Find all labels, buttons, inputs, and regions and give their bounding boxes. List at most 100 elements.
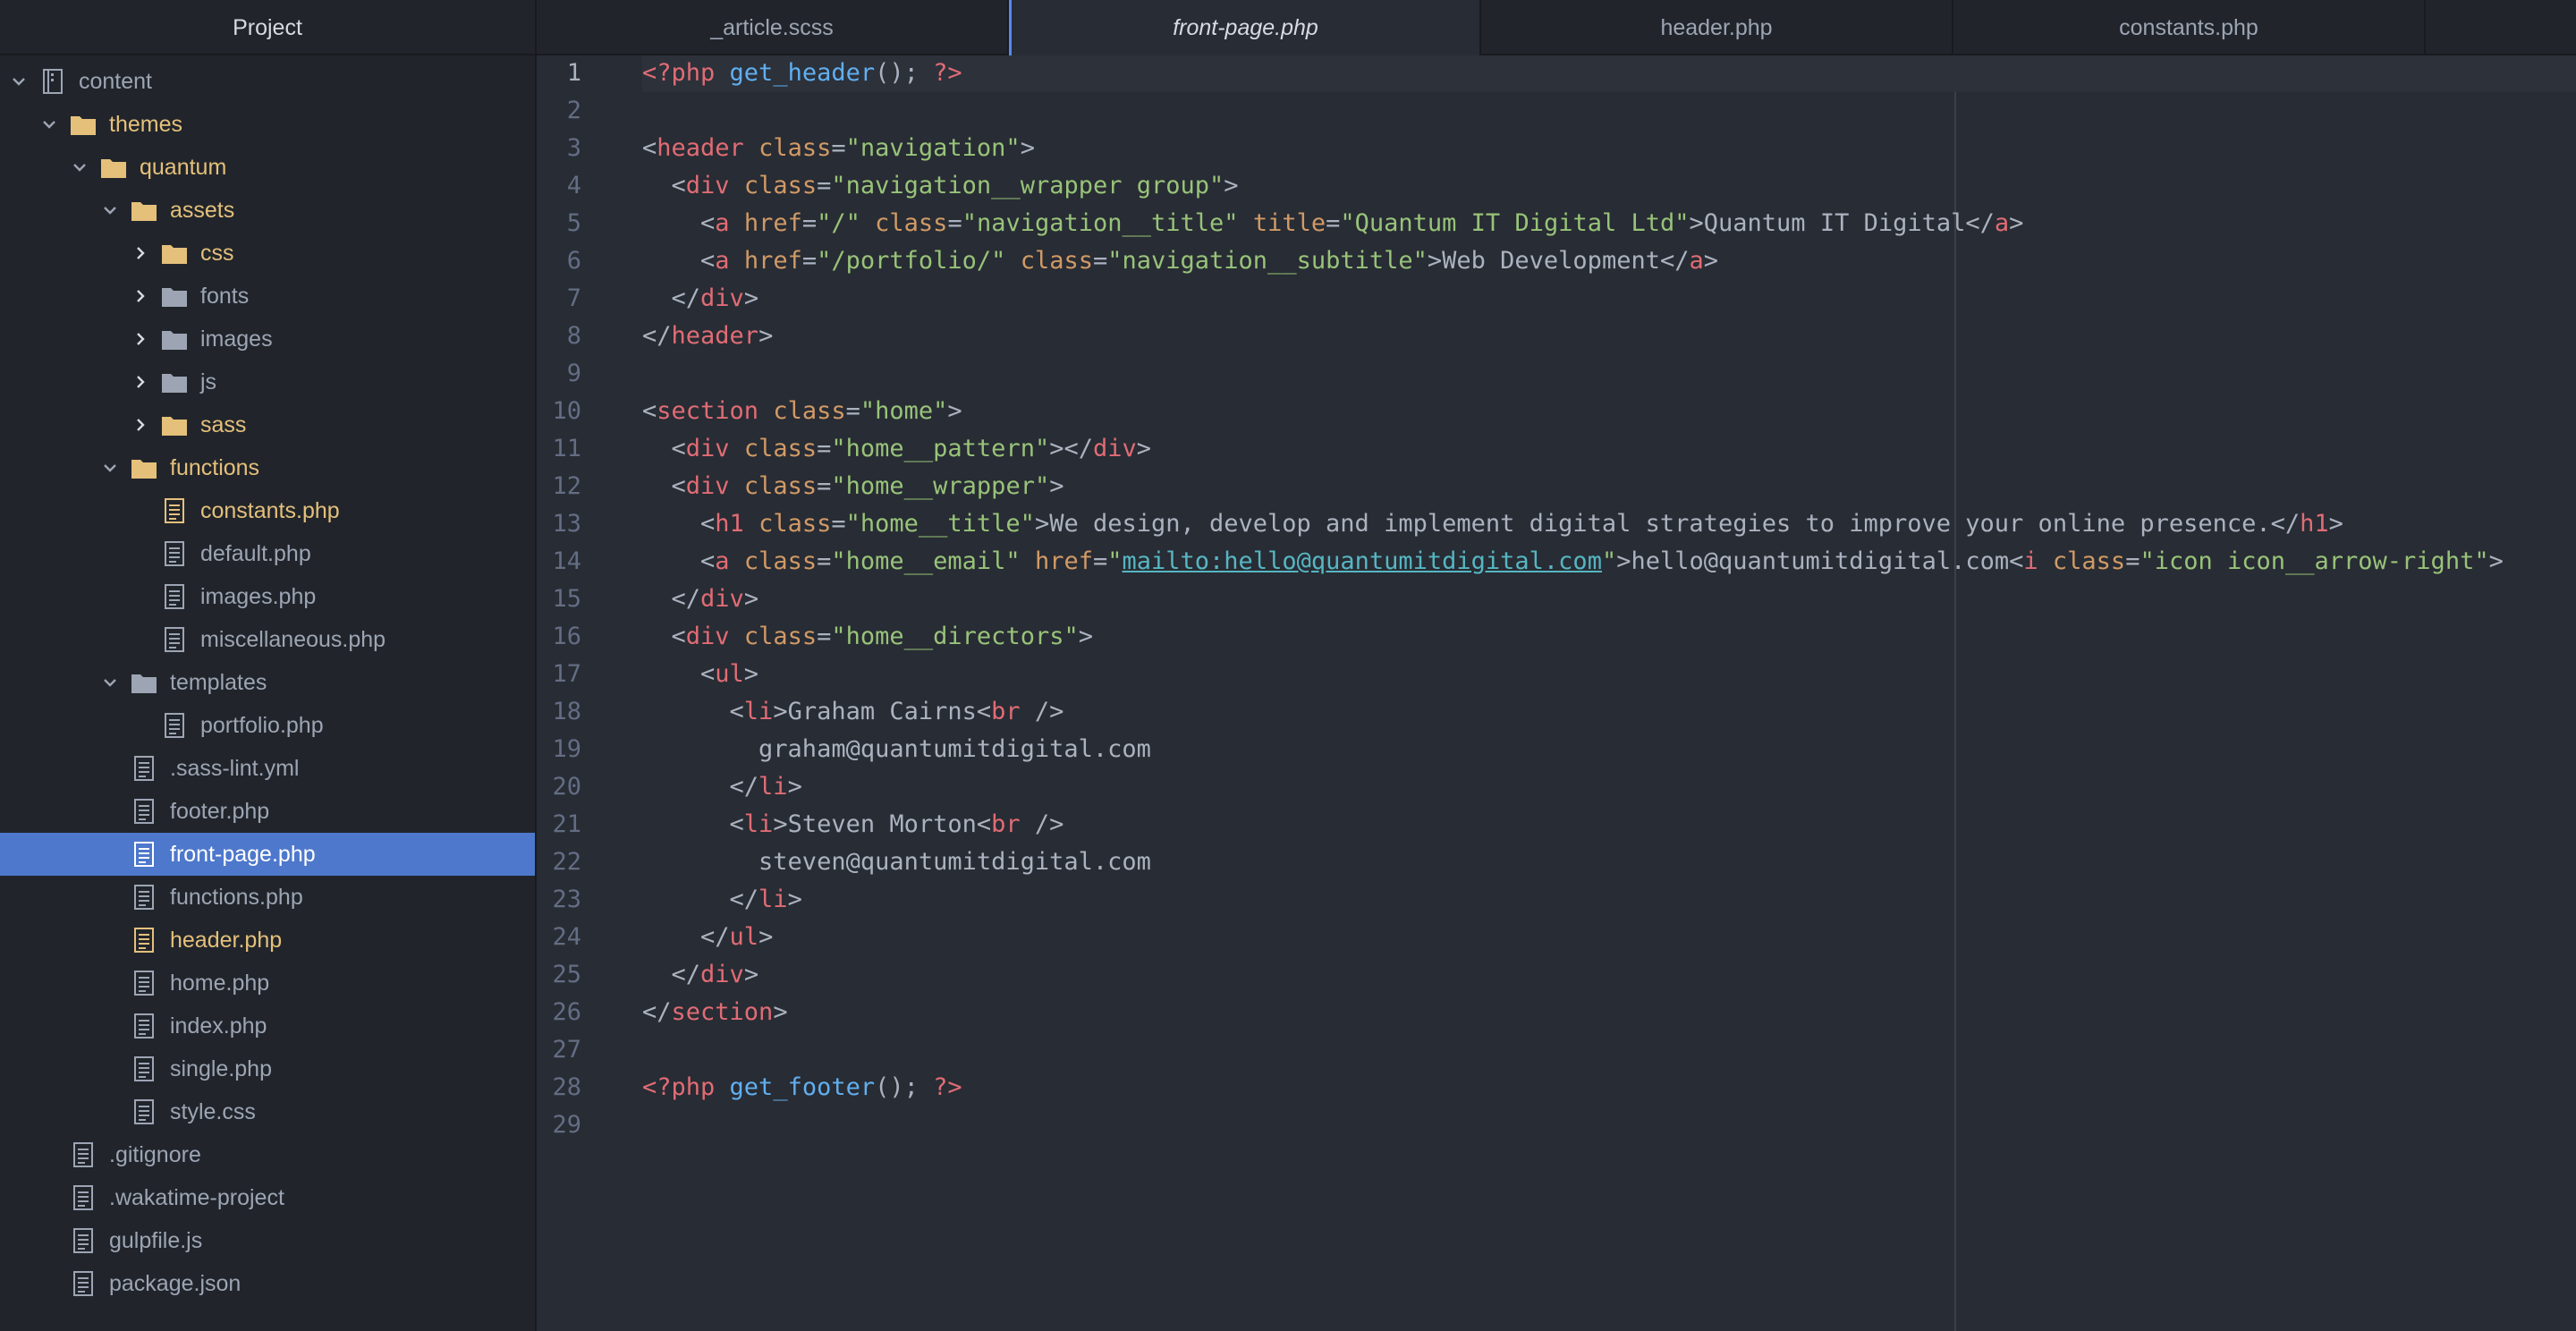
tree-item-images[interactable]: images (0, 318, 535, 360)
code-line[interactable]: <a href="/portfolio/" class="navigation_… (642, 242, 1718, 280)
chevron-down-icon[interactable] (41, 116, 59, 132)
chevron-down-icon[interactable] (102, 460, 120, 476)
tree-item-wakatime-project[interactable]: .wakatime-project (0, 1176, 535, 1219)
code-line[interactable]: </div> (642, 956, 759, 994)
code-line[interactable]: <div class="navigation__wrapper group"> (642, 167, 1239, 205)
code-line[interactable]: steven@quantumitdigital.com (642, 844, 1151, 881)
tree-item-functions[interactable]: functions (0, 446, 535, 489)
tree-item-themes[interactable]: themes (0, 103, 535, 146)
code-token: href (743, 247, 802, 275)
tree-item-label: content (79, 68, 153, 94)
code-line[interactable]: </ul> (642, 919, 773, 956)
code-line[interactable]: </div> (642, 280, 759, 318)
code-line[interactable]: <section class="home"> (642, 393, 962, 430)
tree-item-gulpfile-js[interactable]: gulpfile.js (0, 1219, 535, 1262)
chevron-down-icon[interactable] (72, 159, 89, 175)
tree-item-home-php[interactable]: home.php (0, 962, 535, 1005)
line-number: 18 (552, 698, 581, 725)
file-icon (161, 540, 188, 567)
file-icon (161, 497, 188, 524)
code-line[interactable]: <li>Steven Morton<br /> (642, 806, 1064, 844)
chevron-right-icon[interactable] (132, 331, 150, 347)
tree-item-templates[interactable]: templates (0, 661, 535, 704)
tree-item-js[interactable]: js (0, 360, 535, 403)
tree-item-content[interactable]: content (0, 60, 535, 103)
tree-item-package-json[interactable]: package.json (0, 1262, 535, 1305)
tree-item-sass-lint-yml[interactable]: .sass-lint.yml (0, 747, 535, 790)
tree-item-quantum[interactable]: quantum (0, 146, 535, 189)
tree-item-miscellaneous-php[interactable]: miscellaneous.php (0, 618, 535, 661)
code-area[interactable]: <?php get_header(); ?> <header class="nav… (642, 55, 2576, 1331)
code-line[interactable]: <a class="home__email" href="mailto:hell… (642, 543, 2504, 581)
chevron-down-icon[interactable] (11, 73, 29, 89)
code-token: "Quantum IT Digital Ltd" (1340, 209, 1690, 237)
code-line[interactable]: </header> (642, 318, 773, 355)
chevron-down-icon[interactable] (102, 202, 120, 218)
tab-constants-php[interactable]: constants.php (1953, 0, 2426, 55)
tree-item-header-php[interactable]: header.php (0, 919, 535, 962)
code-token: </ (642, 886, 759, 913)
chevron-right-icon[interactable] (132, 288, 150, 304)
chevron-right-icon[interactable] (132, 374, 150, 390)
tree-item-gitignore[interactable]: .gitignore (0, 1133, 535, 1176)
tree-item-label: package.json (109, 1270, 242, 1296)
tree-item-single-php[interactable]: single.php (0, 1047, 535, 1090)
tree-item-index-php[interactable]: index.php (0, 1005, 535, 1047)
code-line[interactable]: <li>Graham Cairns<br /> (642, 693, 1064, 731)
tree-item-functions-php[interactable]: functions.php (0, 876, 535, 919)
code-token: "navigation" (845, 134, 1021, 162)
tab-article-scss[interactable]: _article.scss (537, 0, 1009, 55)
code-token: section (671, 998, 774, 1026)
code-line[interactable]: <div class="home__directors"> (642, 618, 1093, 656)
code-token: div (700, 961, 744, 988)
code-token: class (743, 547, 818, 575)
code-token: < (642, 247, 716, 275)
code-token: get_header (729, 59, 876, 87)
tree-item-portfolio-php[interactable]: portfolio.php (0, 704, 535, 747)
code-line[interactable]: <header class="navigation"> (642, 130, 1035, 167)
chevron-right-icon[interactable] (132, 245, 150, 261)
tree-item-css[interactable]: css (0, 232, 535, 275)
code-line[interactable]: <?php get_header(); ?> (642, 55, 2576, 92)
tab-front-page-php[interactable]: front-page.php (1009, 0, 1481, 57)
code-line[interactable]: <ul> (642, 656, 758, 693)
code-line[interactable]: </li> (642, 768, 802, 806)
code-line[interactable]: <a href="/" class="navigation__title" ti… (642, 205, 2023, 242)
line-number: 27 (552, 1036, 581, 1064)
file-icon (161, 626, 188, 653)
code-token: </ (642, 923, 730, 951)
line-number: 21 (552, 810, 581, 838)
tree-item-constants-php[interactable]: constants.php (0, 489, 535, 532)
code-line[interactable]: </div> (642, 581, 759, 618)
code-token: div (700, 284, 744, 312)
line-number: 29 (552, 1111, 581, 1139)
tree-item-style-css[interactable]: style.css (0, 1090, 535, 1133)
folder-icon (161, 240, 188, 267)
code-token[interactable]: mailto:hello@quantumitdigital.com (1123, 547, 1602, 575)
tree-item-fonts[interactable]: fonts (0, 275, 535, 318)
tree-item-front-page-php[interactable]: front-page.php (0, 833, 535, 876)
code-line[interactable]: <h1 class="home__title">We design, devel… (642, 505, 2343, 543)
chevron-down-icon[interactable] (102, 674, 120, 691)
tree-item-default-php[interactable]: default.php (0, 532, 535, 575)
line-number: 17 (552, 660, 581, 688)
code-line[interactable]: </li> (642, 881, 802, 919)
code-line[interactable]: </section> (642, 994, 788, 1031)
file-icon (131, 1055, 157, 1082)
tree-item-images-php[interactable]: images.php (0, 575, 535, 618)
code-editor[interactable]: 1 2 3 4 5 6 7 8 9 10 11 12 13 14 15 16 17 18 19 20 21 22 23 24 2… (537, 55, 2576, 1331)
tree-item-assets[interactable]: assets (0, 189, 535, 232)
code-line[interactable]: graham@quantumitdigital.com (642, 731, 1151, 768)
tree-item-footer-php[interactable]: footer.php (0, 790, 535, 833)
tab-header-php[interactable]: header.php (1481, 0, 1953, 55)
tree-item-sass[interactable]: sass (0, 403, 535, 446)
code-line[interactable]: <?php get_footer(); ?> (642, 1069, 962, 1106)
chevron-right-icon[interactable] (132, 417, 150, 433)
code-line[interactable]: <div class="home__wrapper"> (642, 468, 1064, 505)
code-token: = (817, 435, 832, 462)
code-line[interactable]: <div class="home__pattern"></div> (642, 430, 1152, 468)
